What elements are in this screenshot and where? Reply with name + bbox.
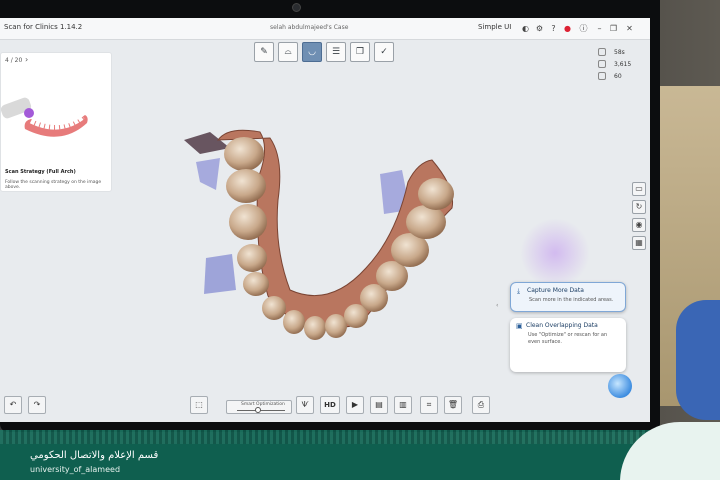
app-title: Scan for Clinics 1.14.2: [4, 23, 83, 31]
strategy-description: Follow the scanning strategy on the imag…: [5, 180, 102, 190]
footer-pattern: [0, 430, 720, 444]
department-name-arabic: قسم الإعلام والاتصال الحكومي: [30, 450, 159, 461]
crop-icon[interactable]: ⌗: [420, 396, 438, 414]
slider-track: [237, 410, 285, 411]
stat-images: 3,615: [614, 61, 632, 68]
dental-scan-model[interactable]: [170, 118, 470, 348]
play-icon[interactable]: ▶: [346, 396, 364, 414]
layers-icon[interactable]: ▦: [632, 236, 646, 250]
tip-clean-overlapping-data[interactable]: ▣ Clean Overlapping Data Use "Optimize" …: [510, 318, 626, 372]
title-bar: Scan for Clinics 1.14.2 selah abdulmajee…: [0, 18, 650, 40]
tip-title: Clean Overlapping Data: [526, 322, 598, 329]
app-window: Scan for Clinics 1.14.2 selah abdulmajee…: [0, 18, 650, 422]
slider-label: Smart Optimization: [241, 402, 285, 407]
minimize-icon[interactable]: –: [594, 23, 605, 34]
copy-icon[interactable]: ❐: [350, 42, 370, 62]
webcam: [292, 3, 301, 12]
checklist-icon[interactable]: ✓: [374, 42, 394, 62]
color-icon[interactable]: ◉: [632, 218, 646, 232]
bottom-toolbar: ↶ ↷ ⬚ Smart Optimization Ѱ HD ▶ ▤ ▥ ⌗ 🗑 …: [0, 394, 650, 422]
info-icon[interactable]: ⓘ: [578, 23, 589, 34]
stat-time: 58s: [614, 49, 625, 56]
tip-description: Scan more in the indicated areas.: [529, 297, 614, 303]
toggle-view-icon[interactable]: ▤: [370, 396, 388, 414]
tooth-icon[interactable]: Ѱ: [296, 396, 314, 414]
mesh-fragment: [204, 254, 236, 294]
images-icon: [598, 60, 606, 68]
camera-icon[interactable]: ▭: [632, 182, 646, 196]
bite-icon[interactable]: ☰: [326, 42, 346, 62]
redo-icon[interactable]: ↷: [28, 396, 46, 414]
strategy-pager: 4 / 20: [5, 57, 23, 64]
tip-capture-more-data[interactable]: ⤓ Capture More Data Scan more in the ind…: [510, 282, 626, 312]
close-icon[interactable]: ✕: [624, 23, 635, 34]
document-title: selah abdulmajeed's Case: [270, 24, 349, 31]
strategy-title: Scan Strategy (Full Arch): [5, 169, 76, 175]
delete-icon[interactable]: 🗑: [444, 396, 462, 414]
strategy-illustration: [1, 97, 88, 137]
university-footer: قسم الإعلام والاتصال الحكومي university_…: [0, 422, 720, 480]
person-sleeve: [676, 300, 720, 420]
brand-label: Simple UI: [478, 23, 512, 31]
mesh-fragment: [196, 158, 220, 190]
slider-knob[interactable]: [255, 407, 261, 413]
collapse-tips-icon[interactable]: ‹: [496, 302, 502, 309]
lower-jaw-icon[interactable]: ◡: [302, 42, 322, 62]
restore-icon[interactable]: ❐: [608, 23, 619, 34]
toggle-icon[interactable]: ◐: [520, 23, 531, 34]
glow-effect: [520, 218, 590, 288]
tip-title: Capture More Data: [527, 287, 584, 294]
next-arrow-icon[interactable]: ›: [25, 55, 28, 64]
export-icon[interactable]: ⎙: [472, 396, 490, 414]
fps-icon: [598, 72, 606, 80]
tip-description: Use "Optimize" or rescan for an even sur…: [528, 332, 608, 345]
upper-jaw-icon[interactable]: ⌓: [278, 42, 298, 62]
laptop-bezel: Scan for Clinics 1.14.2 selah abdulmajee…: [0, 0, 660, 432]
scan-strategy-card: 4 / 20 › Scan Strategy (Full Arch) Follo…: [0, 52, 112, 192]
mode-toolbar: ✎ ⌓ ◡ ☰ ❐ ✓: [254, 40, 399, 64]
toggle-mesh-icon[interactable]: ▥: [394, 396, 412, 414]
university-handle: university_of_alameed: [30, 465, 121, 474]
undo-icon[interactable]: ↶: [4, 396, 22, 414]
settings-icon[interactable]: ⚙: [534, 23, 545, 34]
select-icon[interactable]: ⬚: [190, 396, 208, 414]
optimization-slider[interactable]: Smart Optimization: [226, 400, 292, 414]
photo-scene: Scan for Clinics 1.14.2 selah abdulmajee…: [0, 0, 720, 480]
stat-fps: 60: [614, 73, 622, 80]
help-icon[interactable]: ?: [548, 23, 559, 34]
rotate-icon[interactable]: ↻: [632, 200, 646, 214]
hd-button[interactable]: HD: [320, 396, 340, 414]
timer-icon: [598, 48, 606, 56]
clean-icon: ▣: [516, 322, 523, 330]
record-icon[interactable]: ●: [562, 23, 573, 34]
scan-icon: ⤓: [517, 287, 521, 295]
clipboard-edit-icon[interactable]: ✎: [254, 42, 274, 62]
